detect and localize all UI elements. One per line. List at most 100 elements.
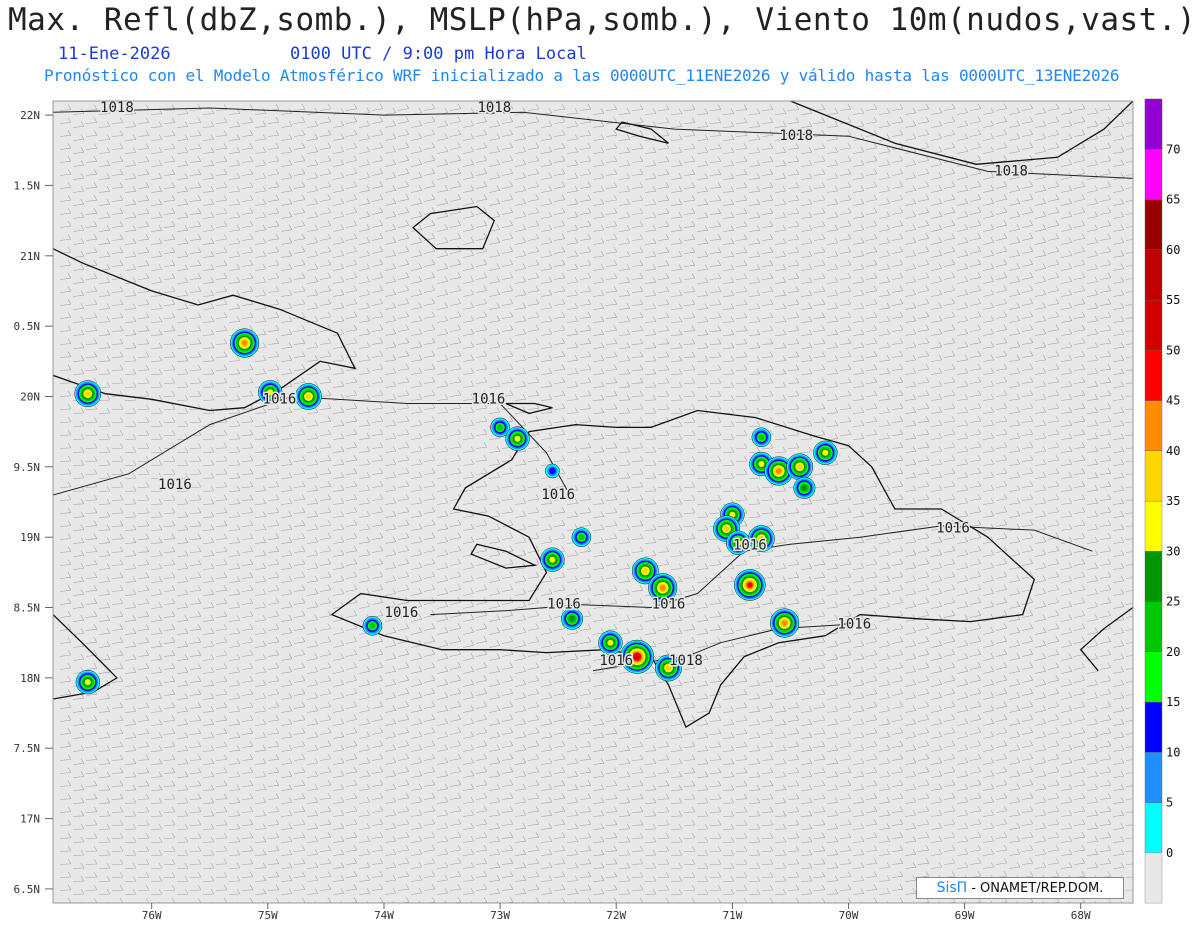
isobar-label: 1016 (837, 616, 871, 632)
colorbar-label: 55 (1166, 293, 1180, 307)
reflectivity-cell (84, 679, 91, 686)
colorbar-swatch (1144, 500, 1163, 552)
brand-logo-text: SisΠ (936, 880, 968, 896)
reflectivity-cell (775, 468, 782, 474)
colorbar-label: 5 (1166, 796, 1173, 810)
isobar-label: 1016 (385, 605, 419, 621)
lat-tick-label: 21N (20, 250, 40, 263)
colorbar: 0 5 10 15 20 25 30 35 40 45 50 55 60 65 70 (1144, 98, 1180, 904)
reflectivity-cell (758, 461, 765, 467)
colorbar-label: 30 (1166, 544, 1180, 558)
weather-map: 1018 1018 1018 1018 1016 1016 1016 1016 1016 1016… (14, 98, 1180, 922)
reflectivity-cell (642, 568, 649, 574)
isobar-label: 1016 (652, 597, 686, 613)
lon-tick-label: 69W (955, 909, 975, 922)
colorbar-background-swatch (1144, 852, 1163, 904)
isobar-label: 1016 (599, 653, 633, 669)
reflectivity-cell (305, 393, 312, 400)
longitude-axis: 76W 75W 74W 73W 72W 71W 70W 69W 68W (142, 903, 1091, 922)
isobar-label: 1016 (541, 487, 575, 503)
lon-tick-label: 70W (839, 909, 859, 922)
lat-tick-label: 7.5N (14, 742, 41, 755)
colorbar-swatch (1144, 802, 1163, 853)
lon-tick-label: 72W (606, 909, 626, 922)
colorbar-label: 10 (1166, 745, 1180, 759)
isobar-label: 1016 (547, 597, 581, 613)
lat-tick-label: 6.5N (14, 883, 41, 896)
lat-tick-label: 8.5N (14, 602, 41, 615)
reflectivity-cell (801, 484, 808, 491)
reflectivity-cell (723, 525, 730, 532)
reflectivity-cell (578, 534, 585, 541)
colorbar-swatch (1144, 249, 1163, 301)
lon-tick-label: 74W (374, 909, 394, 922)
lon-tick-label: 73W (490, 909, 510, 922)
colorbar-swatch (1144, 450, 1163, 502)
colorbar-label: 70 (1166, 142, 1180, 156)
reflectivity-cell (549, 467, 556, 475)
lat-tick-label: 19N (20, 531, 40, 544)
reflectivity-cell (758, 434, 765, 441)
colorbar-swatch (1144, 551, 1163, 602)
reflectivity-cell (497, 424, 504, 431)
colorbar-swatch (1144, 350, 1163, 401)
reflectivity-cell (369, 622, 376, 629)
colorbar-swatch (1144, 651, 1163, 703)
reflectivity-cell (659, 584, 666, 591)
lon-tick-label: 68W (1071, 909, 1091, 922)
colorbar-swatch (1144, 299, 1163, 351)
credit-box: SisΠ - ONAMET/REP.DOM. (916, 877, 1124, 899)
colorbar-label: 40 (1166, 444, 1180, 458)
colorbar-label: 15 (1166, 695, 1180, 709)
reflectivity-cell (781, 620, 788, 626)
reflectivity-cell (569, 615, 576, 622)
reflectivity-cell (514, 435, 521, 442)
isobar-label: 1016 (936, 521, 970, 537)
isobar-label: 1016 (733, 538, 767, 554)
reflectivity-cell (746, 582, 753, 588)
colorbar-label: 60 (1166, 243, 1180, 257)
reflectivity-cell (84, 390, 91, 397)
isobar-label: 1018 (669, 653, 703, 669)
lat-tick-label: 18N (20, 672, 40, 685)
colorbar-label: 45 (1166, 394, 1180, 408)
lat-tick-label: 0.5N (14, 320, 41, 333)
reflectivity-cell (607, 639, 614, 646)
colorbar-swatch (1144, 400, 1163, 451)
reflectivity-cell (241, 340, 248, 346)
lat-tick-label: 17N (20, 813, 40, 826)
colorbar-label: 0 (1166, 846, 1173, 860)
colorbar-swatch (1144, 701, 1163, 753)
map-background (53, 101, 1133, 903)
lon-tick-label: 76W (142, 909, 162, 922)
colorbar-swatch (1144, 98, 1163, 150)
reflectivity-cell (796, 463, 803, 470)
lat-tick-label: 9.5N (14, 461, 41, 474)
colorbar-swatch (1144, 752, 1163, 803)
isobar-label: 1018 (100, 100, 134, 116)
lat-tick-label: 22N (20, 109, 40, 122)
map-plot-area: 1018 1018 1018 1018 1016 1016 1016 1016 1016 1016… (53, 100, 1133, 903)
isobar-label: 1016 (263, 391, 297, 407)
lon-tick-label: 71W (722, 909, 742, 922)
colorbar-swatch (1144, 199, 1163, 250)
credit-text: - ONAMET/REP.DOM. (971, 880, 1104, 896)
lon-tick-label: 75W (258, 909, 278, 922)
isobar-label: 1016 (158, 477, 192, 493)
isobar-label: 1018 (994, 163, 1028, 179)
colorbar-label: 20 (1166, 645, 1180, 659)
colorbar-label: 65 (1166, 193, 1180, 207)
isobar-label: 1018 (477, 100, 511, 116)
isobar-label: 1018 (779, 128, 813, 144)
colorbar-label: 25 (1166, 595, 1180, 609)
latitude-axis: 22N 1.5N 21N 0.5N 20N 9.5N 19N 8.5N 18N 7.5N 17N 6.… (14, 109, 53, 896)
reflectivity-cell (634, 653, 640, 660)
reflectivity-cell (549, 556, 556, 563)
lat-tick-label: 20N (20, 391, 40, 404)
colorbar-label: 35 (1166, 494, 1180, 508)
lat-tick-label: 1.5N (14, 179, 41, 192)
reflectivity-cell (822, 449, 829, 456)
colorbar-swatch (1144, 601, 1163, 652)
colorbar-swatch (1144, 149, 1163, 200)
isobar-label: 1016 (472, 391, 506, 407)
